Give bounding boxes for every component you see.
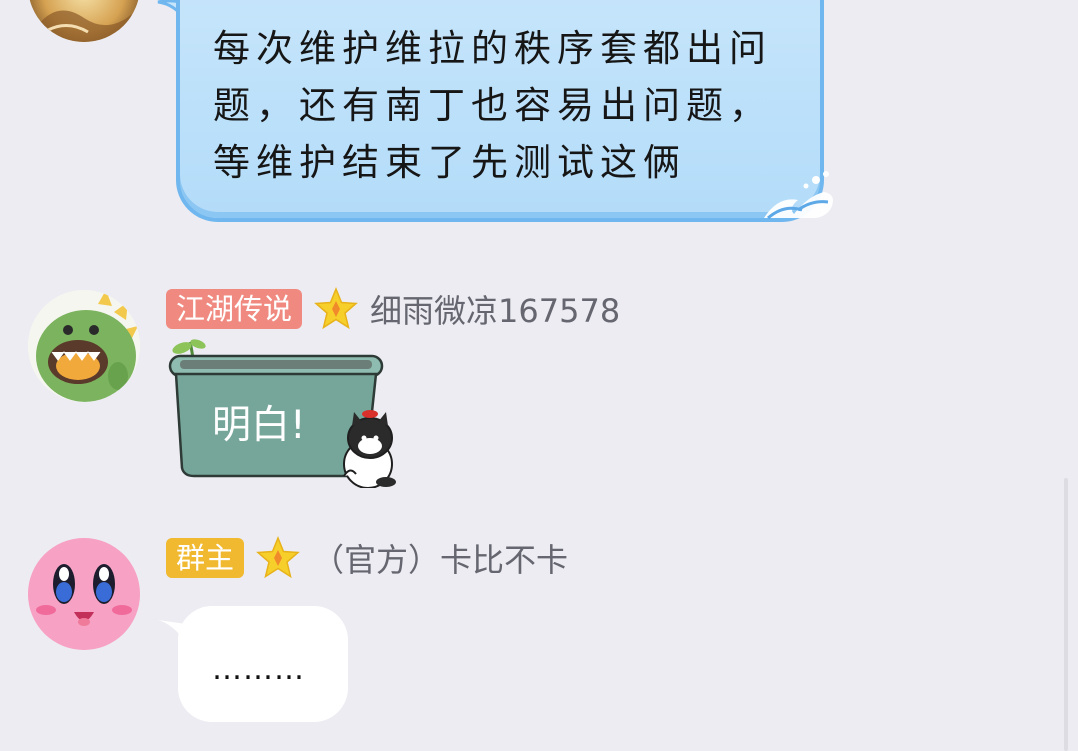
star-icon: [314, 287, 358, 330]
golden-character-avatar-icon: [28, 0, 140, 42]
sender-avatar-2[interactable]: [28, 290, 140, 402]
green-dinosaur-avatar-icon: [28, 290, 140, 402]
sender-avatar-3[interactable]: [28, 538, 140, 650]
sender-row: 群主 （官方）卡比不卡: [166, 535, 568, 581]
scrollbar[interactable]: [1064, 478, 1068, 751]
message-text: 每次维护维拉的秩序套都出问 题，还有南丁也容易出问题， 等维护结束了先测试这俩: [213, 27, 772, 184]
sender-avatar-1[interactable]: [28, 0, 140, 42]
sender-row: 江湖传说 细雨微凉167578: [166, 286, 620, 332]
sender-name[interactable]: 细雨微凉167578: [370, 286, 620, 332]
message-text: 明白!: [212, 403, 306, 448]
message-text: ………: [212, 652, 305, 687]
pink-kirby-avatar-icon: [28, 538, 140, 650]
sender-name[interactable]: （官方）卡比不卡: [312, 535, 568, 581]
member-title-badge: 江湖传说: [166, 289, 303, 329]
group-owner-badge: 群主: [166, 538, 245, 578]
star-icon: [256, 536, 300, 579]
wave-decoration-icon: [764, 171, 833, 220]
